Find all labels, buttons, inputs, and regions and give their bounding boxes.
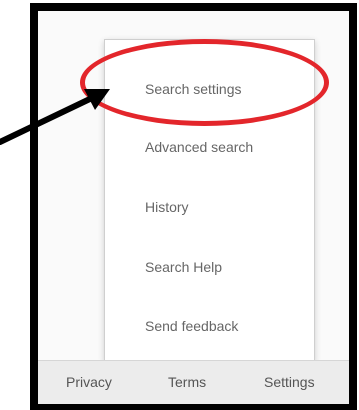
footer-privacy-link[interactable]: Privacy: [66, 374, 112, 390]
menu-item-search-settings[interactable]: Search settings: [145, 81, 242, 97]
footer-terms-link[interactable]: Terms: [168, 374, 206, 390]
screenshot-canvas: Search settings Advanced search History …: [0, 0, 359, 410]
menu-item-history[interactable]: History: [145, 199, 189, 215]
footer-bar: Privacy Terms Settings: [38, 360, 349, 404]
settings-dropdown-menu: Search settings Advanced search History …: [104, 39, 315, 362]
menu-item-search-help[interactable]: Search Help: [145, 259, 222, 275]
screenshot-frame: Search settings Advanced search History …: [30, 3, 357, 410]
menu-item-advanced-search[interactable]: Advanced search: [145, 139, 253, 155]
footer-settings-link[interactable]: Settings: [264, 374, 315, 390]
menu-item-send-feedback[interactable]: Send feedback: [145, 318, 238, 334]
